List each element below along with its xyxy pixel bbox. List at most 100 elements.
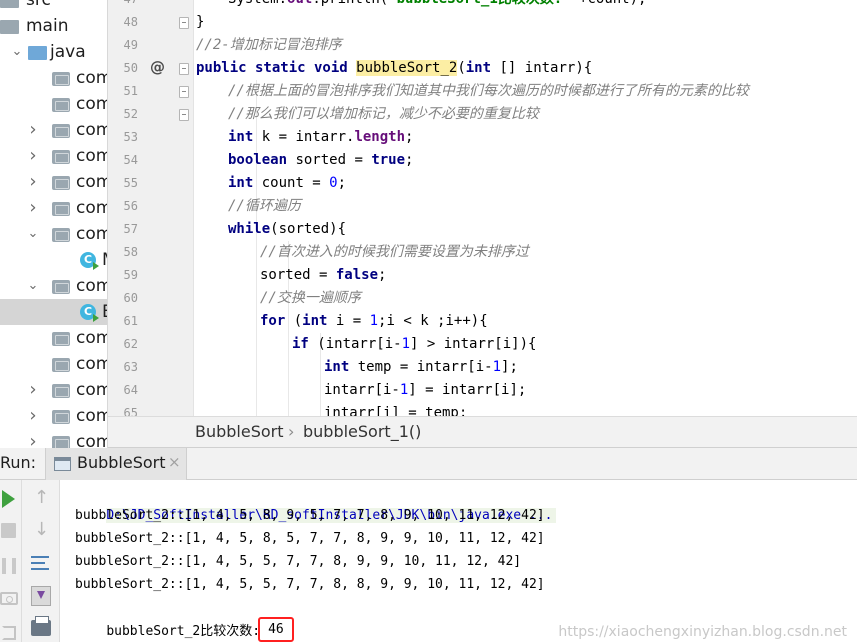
chevron-right-icon[interactable]: ›	[26, 173, 40, 191]
chevron-down-icon[interactable]: ⌄	[10, 43, 24, 61]
code-token: for	[260, 313, 286, 329]
code-token: sorted =	[287, 152, 372, 168]
tree-item-label: com	[76, 276, 107, 296]
class-icon: C	[80, 252, 99, 270]
code-editor[interactable]: @ 47 48 49 50 51 52 53 54 55 56 57 58 59 60 61 62 63 64 65…	[108, 0, 857, 416]
line-number: 62	[123, 337, 138, 351]
soft-wrap-icon[interactable]	[31, 554, 51, 572]
tree-item-package[interactable]: ⌄ com	[0, 221, 107, 247]
code-area[interactable]: System.out.println("bubbleSort_1比较次数: "+…	[194, 0, 857, 416]
tree-item-class[interactable]: CM	[0, 247, 107, 273]
tree-item-source-folder[interactable]: ⌄ java	[0, 39, 107, 65]
run-tab-label: BubbleSort	[77, 453, 166, 472]
chevron-down-icon[interactable]: ⌄	[26, 277, 40, 295]
package-icon	[52, 124, 70, 138]
chevron-down-icon[interactable]: ⌄	[26, 225, 40, 243]
breadcrumb-class[interactable]: BubbleSort	[195, 417, 284, 447]
tree-item-folder[interactable]: ›src	[0, 0, 107, 13]
breadcrumb: BubbleSort › bubbleSort_1()	[108, 416, 857, 448]
class-icon: C	[80, 304, 99, 322]
override-marker-icon[interactable]: @	[150, 58, 165, 76]
print-icon[interactable]	[31, 616, 51, 636]
console-output-line: bubbleSort_2::[1, 4, 5, 5, 7, 7, 8, 8, 9…	[75, 577, 545, 592]
line-number: 53	[123, 130, 138, 144]
line-number: 63	[123, 360, 138, 374]
code-token: temp = intarr[i-	[349, 359, 493, 375]
tree-item-label: com	[76, 380, 107, 400]
tree-item-package[interactable]: › com	[0, 377, 107, 403]
tree-item-package[interactable]: › com	[0, 403, 107, 429]
code-line: //2-增加标记冒泡排序	[196, 34, 342, 57]
code-token: public static void	[196, 60, 357, 76]
fold-marker-icon[interactable]	[179, 17, 189, 29]
code-line: for (int i = 1;i < k ;i++){	[260, 310, 488, 333]
console-output[interactable]: D:\JD_SoftInstaller\RD_softInstaller\JDK…	[60, 480, 857, 642]
tree-item-package[interactable]: › com	[0, 169, 107, 195]
code-token: 1	[401, 336, 411, 352]
fold-marker-icon[interactable]	[179, 86, 189, 98]
line-number: 59	[123, 268, 138, 282]
package-icon	[52, 384, 70, 398]
code-line: intarr[i] = temp;	[324, 402, 467, 416]
line-number: 57	[123, 222, 138, 236]
breadcrumb-method[interactable]: bubbleSort_1()	[303, 417, 421, 447]
code-token: ;	[337, 175, 347, 191]
package-icon	[52, 98, 70, 112]
code-token: (	[457, 60, 466, 76]
line-number: 64	[123, 383, 138, 397]
code-token: "bubbleSort_1比较次数: "	[388, 0, 579, 7]
run-toolbar-primary	[0, 480, 22, 642]
code-line: //首次进入的时候我们需要设置为未排序过	[260, 241, 529, 264]
chevron-right-icon[interactable]: ›	[26, 381, 40, 399]
rerun-icon[interactable]	[2, 490, 15, 508]
stop-icon[interactable]	[1, 523, 16, 538]
fold-marker-icon[interactable]	[179, 63, 189, 75]
watermark: https://xiaochengxinyizhan.blog.csdn.net	[558, 624, 847, 640]
code-token: i =	[327, 313, 370, 329]
tree-item-label: com	[76, 146, 107, 166]
project-tree[interactable]: ›src⌄main⌄javacomcom›com›com›com›com⌄com…	[0, 0, 108, 448]
tree-item-package[interactable]: com	[0, 91, 107, 117]
pause-icon[interactable]	[2, 558, 16, 574]
run-tab-bubblesort[interactable]: BubbleSort ×	[45, 448, 187, 480]
tree-item-class[interactable]: CB	[0, 299, 107, 325]
tree-item-package[interactable]: › com	[0, 195, 107, 221]
code-token: ;	[405, 129, 414, 145]
tree-item-package[interactable]: com	[0, 325, 107, 351]
scroll-to-end-icon[interactable]	[31, 586, 51, 606]
count-label: bubbleSort_2比较次数:	[106, 624, 261, 639]
code-token: int	[228, 129, 254, 145]
code-token: length	[354, 129, 406, 145]
code-token: ;	[378, 267, 387, 283]
chevron-right-icon[interactable]: ›	[26, 407, 40, 425]
tree-item-label: com	[76, 198, 107, 218]
tree-item-folder[interactable]: ⌄main	[0, 13, 107, 39]
code-line: int count = 0;	[228, 172, 346, 195]
tree-item-label: com	[76, 432, 107, 448]
close-icon[interactable]: ×	[168, 453, 181, 471]
code-token: (sorted){	[270, 221, 347, 237]
code-token: //2-增加标记冒泡排序	[196, 37, 342, 53]
chevron-right-icon[interactable]: ›	[26, 199, 40, 217]
tree-item-package[interactable]: com	[0, 351, 107, 377]
code-token: ] = intarr[i];	[408, 382, 527, 398]
line-number: 54	[123, 153, 138, 167]
chevron-right-icon[interactable]: ›	[26, 147, 40, 165]
tree-item-package[interactable]: com	[0, 65, 107, 91]
tree-item-package[interactable]: › com	[0, 143, 107, 169]
code-token: false	[335, 267, 379, 283]
chevron-right-icon[interactable]: ›	[26, 121, 40, 139]
down-arrow-icon[interactable]: ↓	[34, 520, 49, 540]
camera-icon[interactable]	[0, 592, 18, 605]
code-token: while	[228, 221, 271, 237]
tree-item-package[interactable]: ⌄ com	[0, 273, 107, 299]
count-value-highlight: 46	[258, 617, 294, 642]
tree-item-package[interactable]: › com	[0, 429, 107, 449]
tree-item-package[interactable]: › com	[0, 117, 107, 143]
chevron-right-icon[interactable]: ›	[26, 433, 40, 449]
up-arrow-icon[interactable]: ↑	[34, 488, 49, 508]
fold-marker-icon[interactable]	[179, 109, 189, 121]
package-icon	[52, 202, 70, 216]
code-line: while(sorted){	[228, 218, 346, 241]
login-icon[interactable]	[2, 626, 16, 640]
